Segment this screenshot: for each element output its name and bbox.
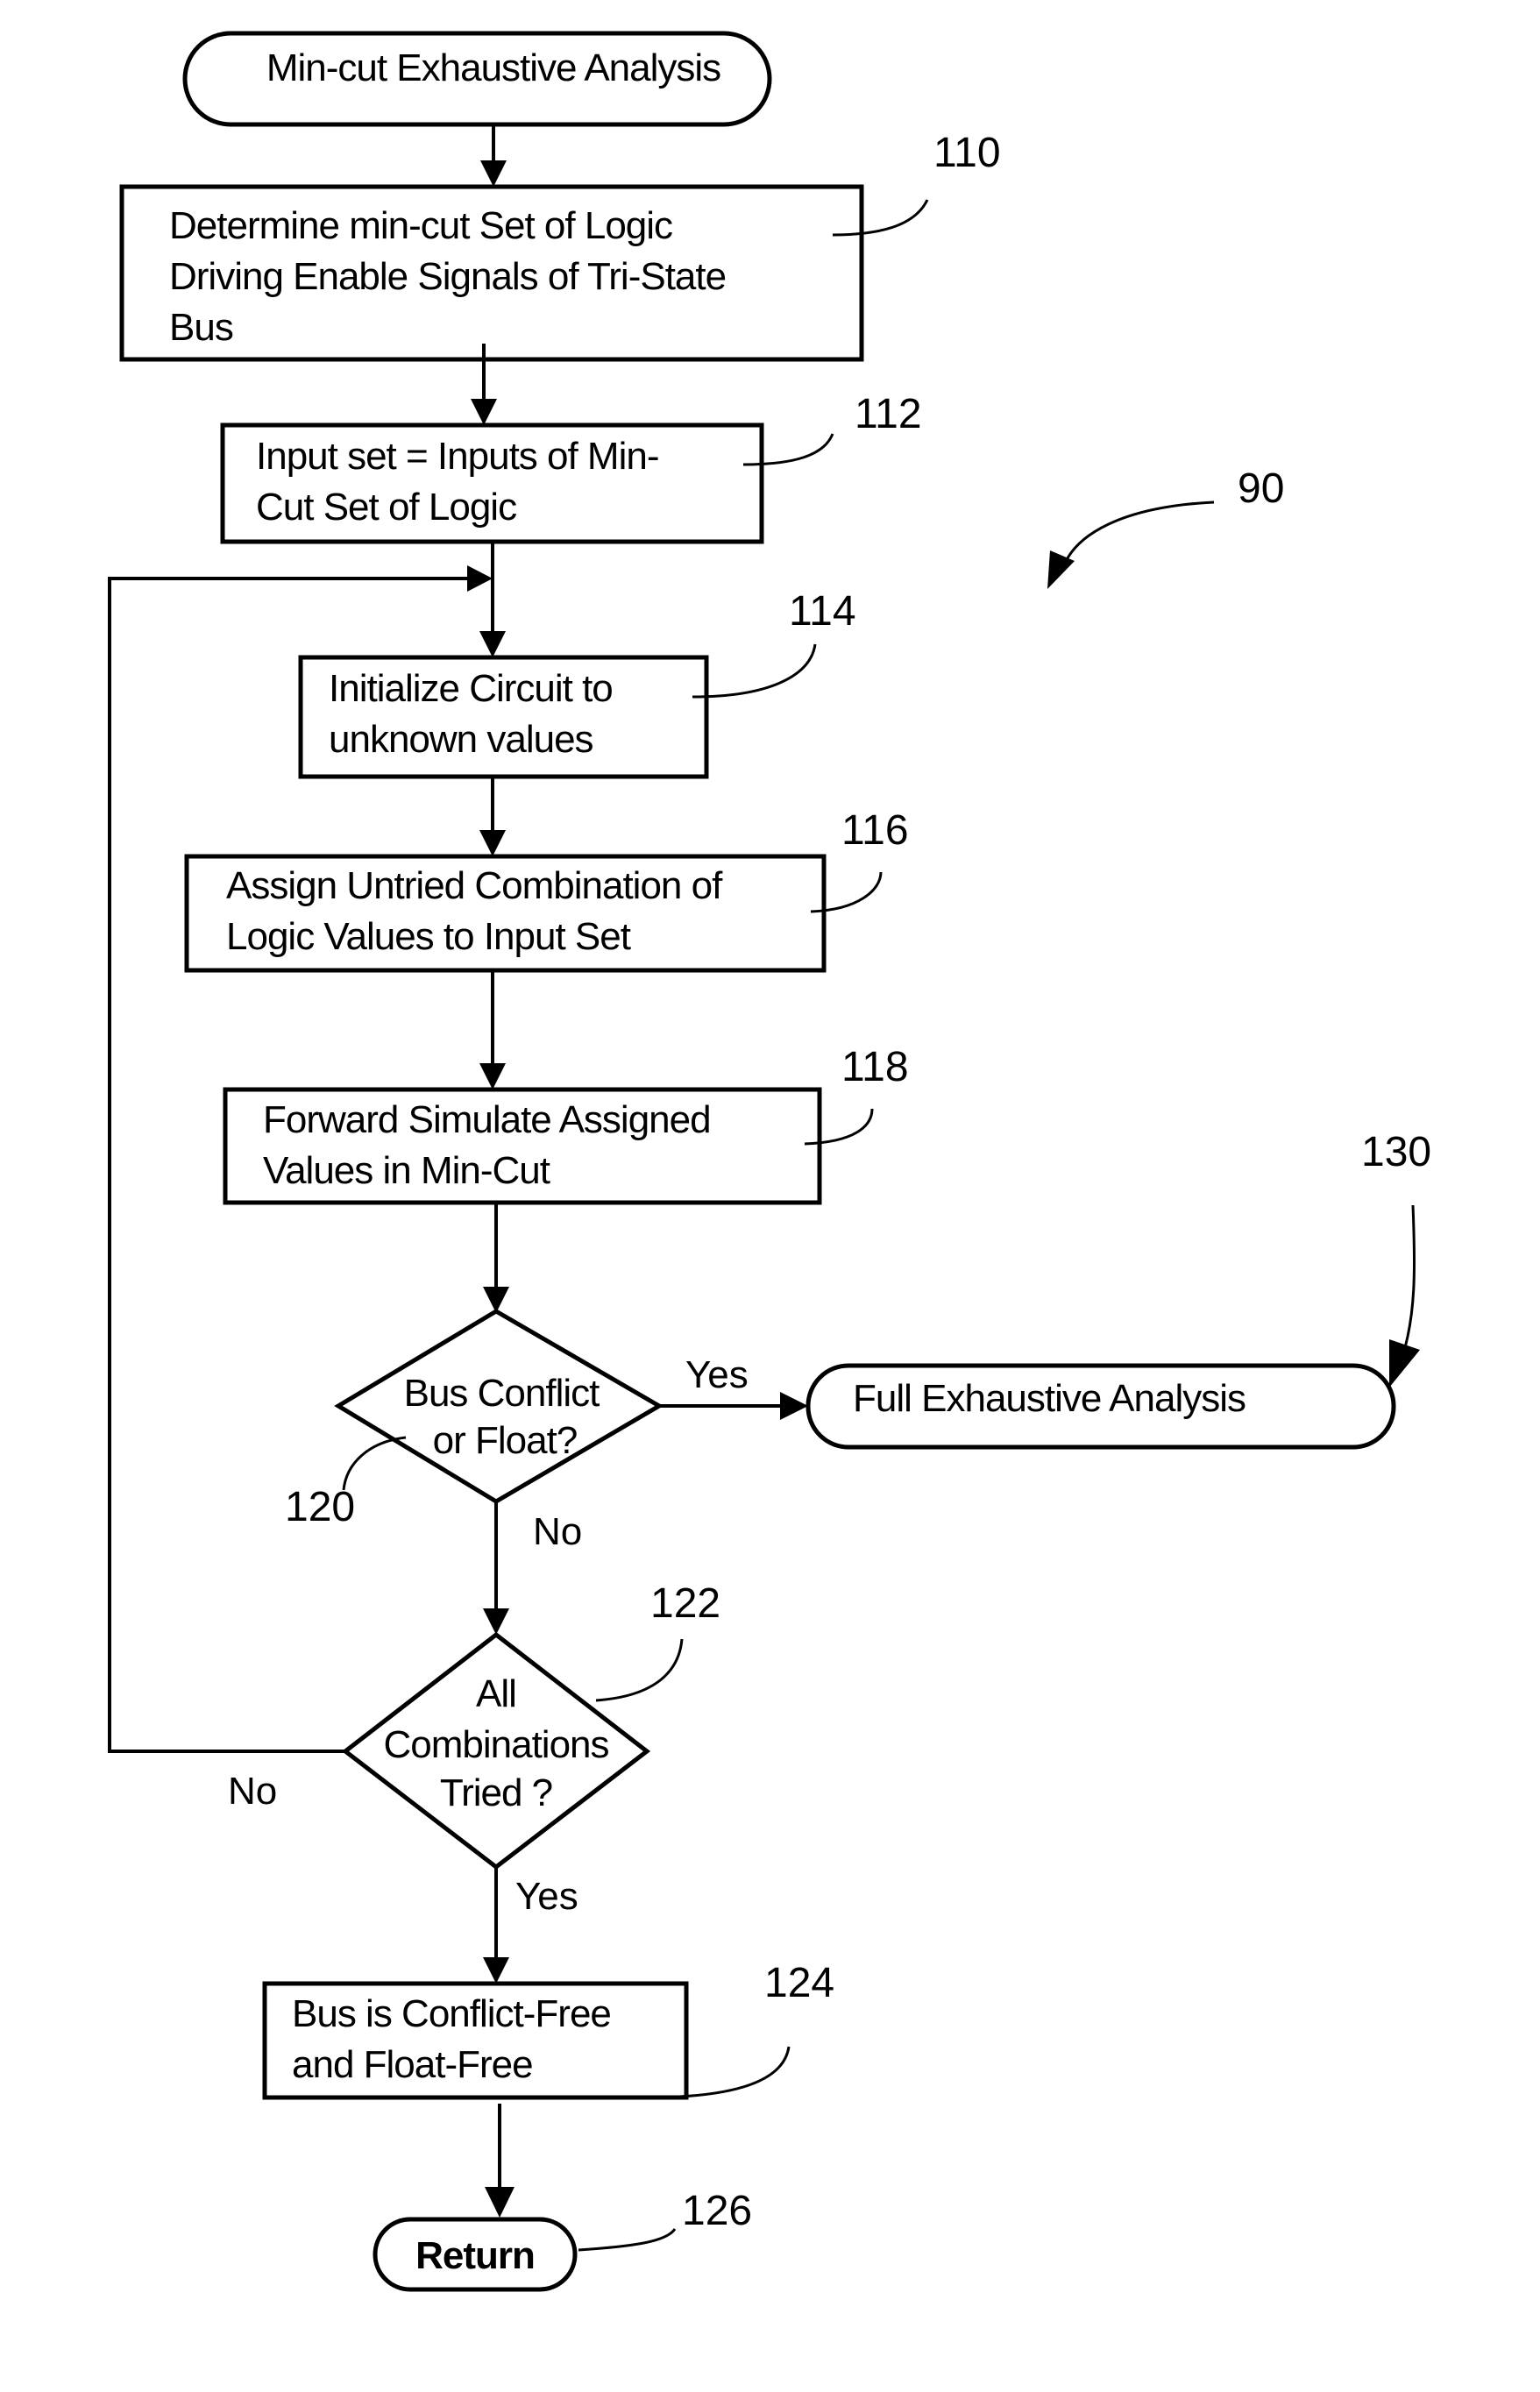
decision-122-line-3: Tried ? xyxy=(440,1771,552,1814)
arrowhead xyxy=(480,160,507,187)
step-110-line-3: Bus xyxy=(169,306,233,349)
arrowhead-90 xyxy=(1047,550,1075,589)
step-110-line-2: Driving Enable Signals of Tri-State xyxy=(169,255,726,298)
leader-114 xyxy=(692,643,817,699)
ref-122: 122 xyxy=(650,1580,720,1627)
arrowhead xyxy=(483,1608,509,1635)
ref-120: 120 xyxy=(285,1484,355,1530)
arrowhead xyxy=(479,631,506,657)
arrowhead-130 xyxy=(1389,1339,1420,1388)
decision-122-no-label: No xyxy=(228,1770,277,1813)
leader-124 xyxy=(678,2046,791,2098)
full-analysis-label: Full Exhaustive Analysis xyxy=(853,1377,1245,1420)
ref-90: 90 xyxy=(1238,465,1284,512)
step-110-box: Determine min-cut Set of Logic Driving E… xyxy=(119,184,864,362)
ref-110: 110 xyxy=(933,130,1001,176)
ref-130: 130 xyxy=(1361,1129,1431,1175)
full-exhaustive-analysis-terminal: Full Exhaustive Analysis xyxy=(805,1363,1396,1450)
decision-120-no-label: No xyxy=(533,1510,582,1553)
ref-112: 112 xyxy=(855,391,922,437)
leader-130 xyxy=(1401,1204,1416,1358)
decision-120-line-1: Bus Conflict xyxy=(404,1372,600,1415)
step-124-line-1: Bus is Conflict-Free xyxy=(292,1992,611,2035)
arrowhead xyxy=(483,1957,509,1984)
arrowhead-loop xyxy=(467,565,493,592)
step-124-line-2: and Float-Free xyxy=(292,2043,533,2086)
decision-120-yes-label: Yes xyxy=(685,1353,749,1396)
decision-120-line-2: or Float? xyxy=(433,1419,578,1462)
return-label: Return xyxy=(415,2234,535,2277)
step-114-line-1: Initialize Circuit to xyxy=(329,667,613,710)
leader-90 xyxy=(1061,500,1215,571)
arrowhead xyxy=(479,1063,506,1090)
step-118-box: Forward Simulate Assigned Values in Min-… xyxy=(223,1087,822,1205)
step-124-box: Bus is Conflict-Free and Float-Free xyxy=(262,1981,689,2100)
step-112-line-1: Input set = Inputs of Min- xyxy=(256,435,658,478)
step-118-line-1: Forward Simulate Assigned xyxy=(263,1098,711,1141)
arrowhead xyxy=(780,1392,808,1420)
ref-118: 118 xyxy=(841,1044,909,1090)
start-label: Min-cut Exhaustive Analysis xyxy=(266,46,720,89)
decision-120: Bus Conflict or Float? xyxy=(334,1309,664,1504)
step-116-box: Assign Untried Combination of Logic Valu… xyxy=(184,854,827,973)
ref-114: 114 xyxy=(789,588,856,635)
decision-122-line-1: All xyxy=(476,1672,516,1715)
decision-122: All Combinations Tried ? xyxy=(341,1631,651,1870)
step-110-line-1: Determine min-cut Set of Logic xyxy=(169,204,672,247)
step-112-line-2: Cut Set of Logic xyxy=(256,486,516,529)
step-116-line-1: Assign Untried Combination of xyxy=(226,864,723,907)
step-114-box: Initialize Circuit to unknown values xyxy=(298,655,709,779)
arrowhead xyxy=(479,830,506,856)
decision-122-yes-label: Yes xyxy=(515,1875,578,1918)
step-112-box: Input set = Inputs of Min- Cut Set of Lo… xyxy=(220,422,764,544)
leader-122 xyxy=(595,1638,684,1702)
arrowhead xyxy=(485,2187,515,2218)
ref-126: 126 xyxy=(682,2188,752,2234)
flowchart: Min-cut Exhaustive Analysis Determine mi… xyxy=(108,31,1431,2292)
leader-126 xyxy=(578,2228,677,2252)
ref-124: 124 xyxy=(764,1960,834,2006)
ref-116: 116 xyxy=(841,807,909,854)
return-terminal: Return xyxy=(373,2217,578,2292)
step-114-line-2: unknown values xyxy=(329,718,593,761)
start-terminal: Min-cut Exhaustive Analysis xyxy=(182,31,772,127)
leader-120 xyxy=(342,1436,407,1491)
arrowhead xyxy=(471,399,497,425)
step-116-line-2: Logic Values to Input Set xyxy=(226,915,631,958)
step-118-line-2: Values in Min-Cut xyxy=(263,1149,550,1192)
decision-122-line-2: Combinations xyxy=(383,1723,608,1766)
